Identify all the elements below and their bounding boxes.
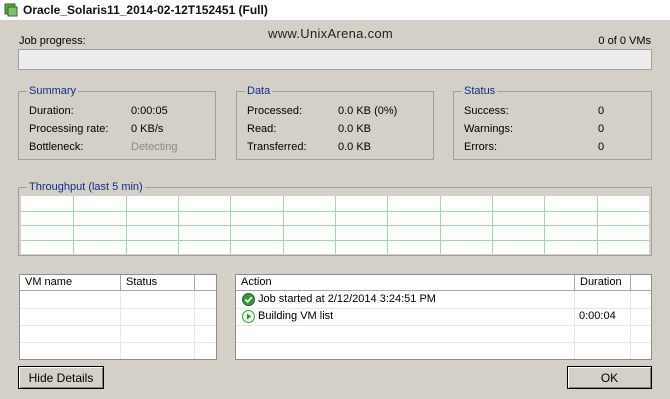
transferred-value: 0.0 KB	[338, 141, 372, 153]
status-column-header[interactable]: Status	[121, 275, 195, 290]
duration-column-header[interactable]: Duration	[575, 275, 631, 290]
transferred-label: Transferred:	[247, 141, 307, 153]
hide-details-button[interactable]: Hide Details	[18, 366, 104, 389]
action-table-header: Action Duration	[236, 275, 651, 291]
errors-label: Errors:	[464, 141, 497, 153]
processed-label: Processed:	[247, 105, 303, 117]
throughput-title: Throughput (last 5 min)	[27, 181, 145, 193]
success-value: 0	[598, 105, 605, 117]
status-group: Status Success: 0 Warnings: 0 Errors: 0	[453, 85, 652, 160]
throughput-gridline-horizontal	[21, 210, 649, 212]
duration-value: 0:00:05	[131, 105, 168, 117]
data-title: Data	[245, 85, 273, 97]
processing-rate-label: Processing rate:	[29, 123, 109, 135]
check-circle-icon	[242, 293, 255, 306]
watermark-text: www.UnixArena.com	[268, 26, 394, 41]
veeam-app-icon	[4, 3, 18, 17]
job-progress-label: Job progress:	[19, 35, 86, 47]
warnings-value: 0	[598, 123, 605, 135]
success-label: Success:	[464, 105, 509, 117]
action-column-header[interactable]: Action	[236, 275, 575, 290]
throughput-chart	[21, 196, 649, 254]
read-label: Read:	[247, 123, 277, 135]
vm-name-column-header[interactable]: VM name	[20, 275, 121, 290]
vm-table[interactable]: VM name Status	[19, 274, 217, 360]
throughput-gridline-horizontal	[21, 225, 649, 226]
vm-table-header: VM name Status	[20, 275, 216, 291]
action-duration: 0:00:04	[579, 310, 616, 322]
throughput-gridline-horizontal	[21, 239, 649, 241]
summary-title: Summary	[27, 85, 79, 97]
play-circle-icon	[242, 310, 255, 323]
throughput-group: Throughput (last 5 min)	[18, 181, 652, 256]
action-text: Building VM list	[258, 310, 334, 322]
title-bar[interactable]: Oracle_Solaris11_2014-02-12T152451 (Full…	[0, 0, 670, 21]
bottleneck-label: Bottleneck:	[29, 141, 84, 153]
processing-rate-value: 0 KB/s	[131, 123, 164, 135]
duration-label: Duration:	[29, 105, 74, 117]
read-value: 0.0 KB	[338, 123, 372, 135]
summary-group: Summary Duration: 0:00:05 Processing rat…	[18, 85, 216, 160]
job-progress-bar	[18, 49, 652, 70]
status-title: Status	[462, 85, 498, 97]
window-title: Oracle_Solaris11_2014-02-12T152451 (Full…	[23, 3, 268, 17]
data-group: Data Processed: 0.0 KB (0%) Read: 0.0 KB…	[236, 85, 434, 160]
ok-button[interactable]: OK	[567, 366, 652, 389]
vm-count: 0 of 0 VMs	[598, 35, 651, 47]
processed-value: 0.0 KB (0%)	[338, 105, 398, 117]
errors-value: 0	[598, 141, 605, 153]
action-text: Job started at 2/12/2014 3:24:51 PM	[258, 293, 436, 305]
action-table[interactable]: Action Duration Job started at 2/12/2014…	[235, 274, 652, 360]
bottleneck-value: Detecting	[131, 141, 178, 153]
warnings-label: Warnings:	[464, 123, 514, 135]
